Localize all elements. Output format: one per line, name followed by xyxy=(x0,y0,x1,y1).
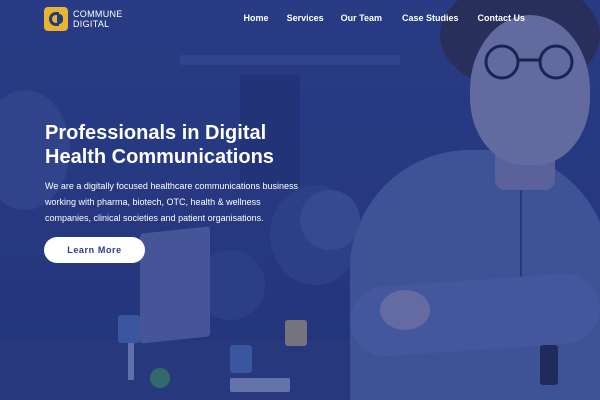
nav-item-case-studies[interactable]: Case Studies xyxy=(402,13,459,23)
hero-description: We are a digitally focused healthcare co… xyxy=(45,178,335,226)
nav-item-services[interactable]: Services xyxy=(287,13,324,23)
commune-digital-logo-icon xyxy=(44,7,68,31)
logo-line-2: DIGITAL xyxy=(73,19,110,29)
logo-text: COMMUNE DIGITAL xyxy=(73,9,123,29)
hero-headline-line-1: Professionals in Digital xyxy=(45,122,267,144)
main-nav: Home Services Our Team Case Studies Cont… xyxy=(244,13,600,23)
site-header: COMMUNE DIGITAL Home Services Our Team C… xyxy=(0,0,600,40)
hero-description-line-2: working with pharma, biotech, OTC, healt… xyxy=(45,197,261,207)
hero-description-line-1: We are a digitally focused healthcare co… xyxy=(45,181,298,191)
logo-line-1: COMMUNE xyxy=(73,9,123,19)
hero-headline-line-2: Health Communications xyxy=(45,146,274,168)
nav-item-contact-us[interactable]: Contact Us xyxy=(477,13,525,23)
learn-more-button[interactable]: Learn More xyxy=(44,237,145,263)
logo[interactable]: COMMUNE DIGITAL xyxy=(44,7,123,31)
nav-item-our-team[interactable]: Our Team xyxy=(341,13,382,23)
hero-section: COMMUNE DIGITAL Home Services Our Team C… xyxy=(0,0,600,400)
hero-headline: Professionals in Digital Health Communic… xyxy=(45,121,335,169)
nav-item-home[interactable]: Home xyxy=(244,13,269,23)
hero-description-line-3: companies, clinical societies and patien… xyxy=(45,213,264,223)
